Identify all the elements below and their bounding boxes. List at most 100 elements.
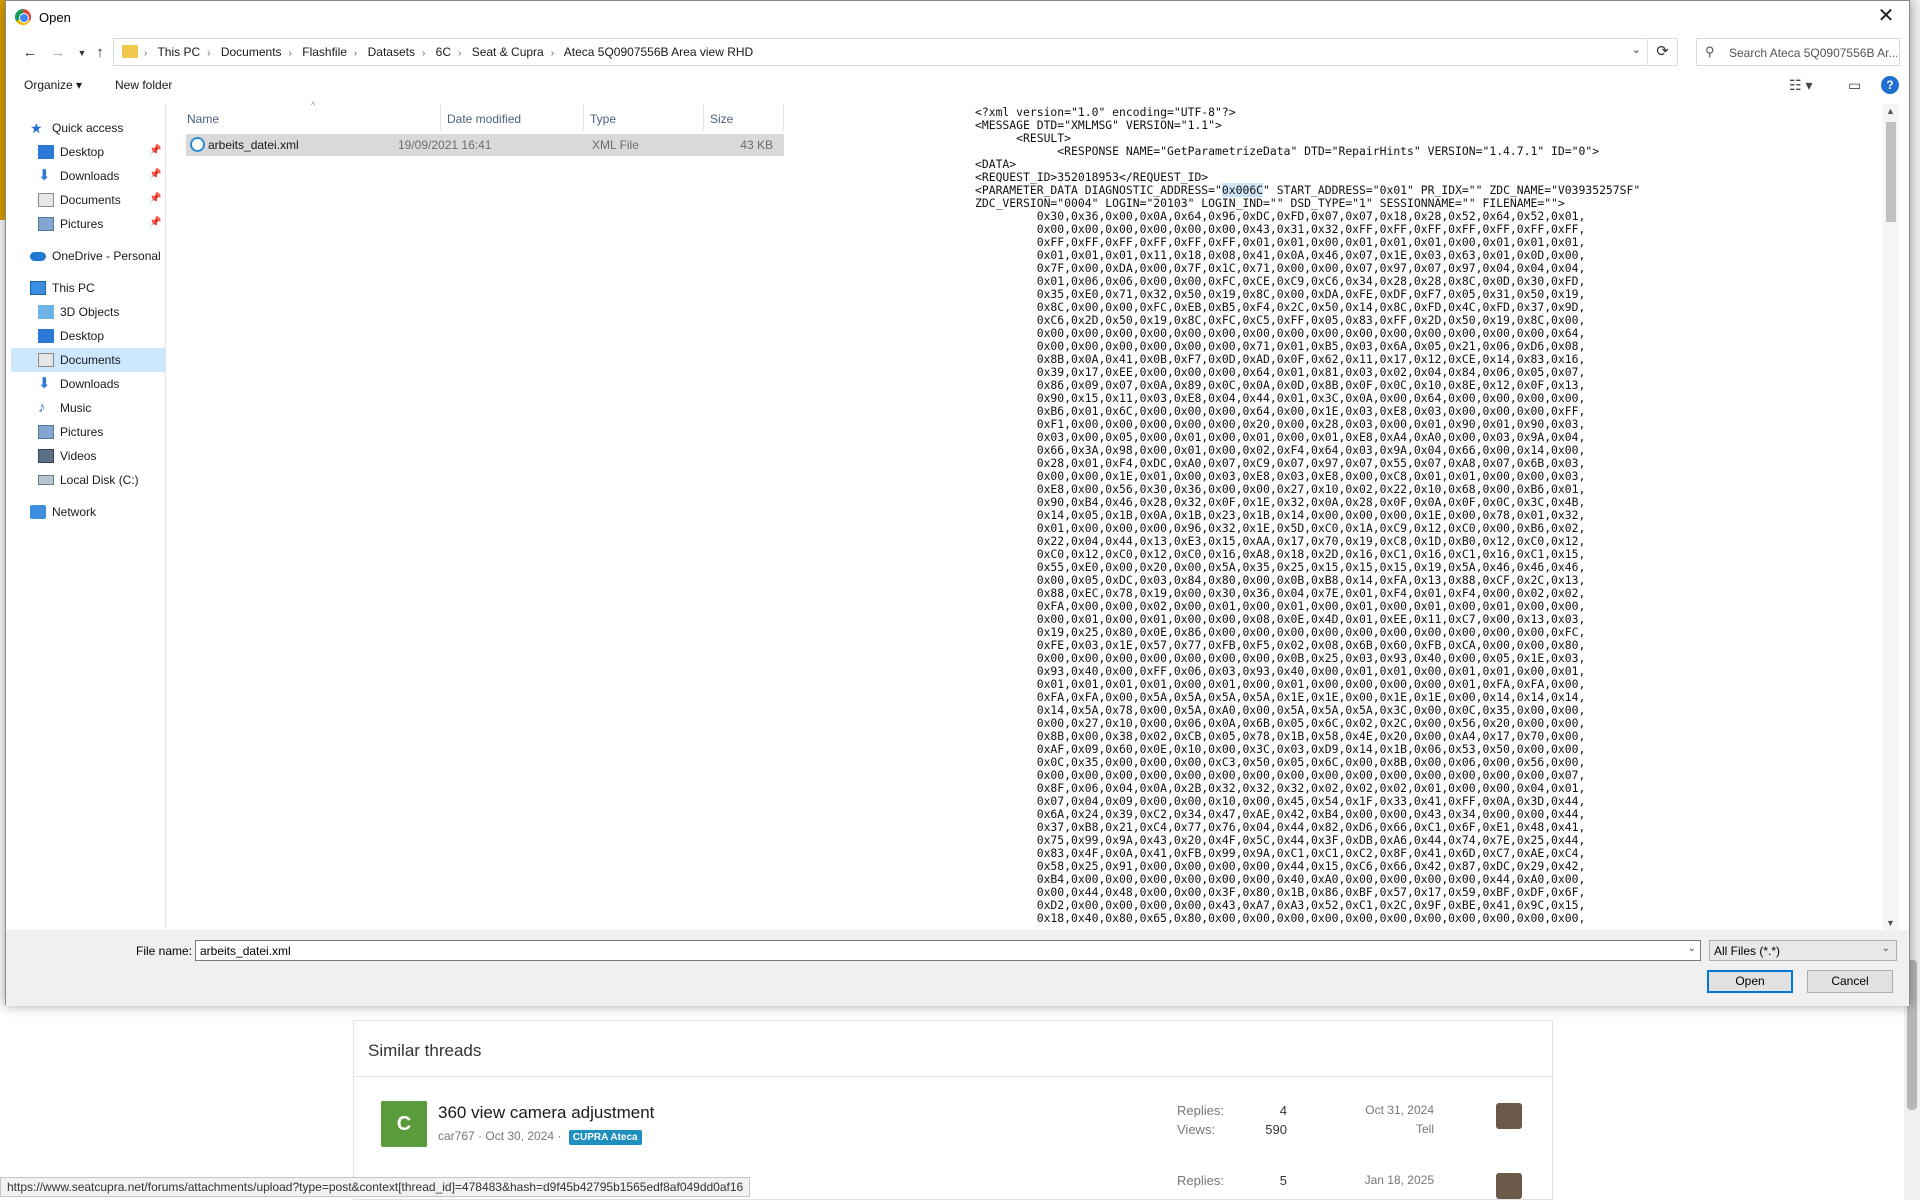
open-button[interactable]: Open xyxy=(1707,970,1793,993)
file-name-label: File name: xyxy=(136,944,193,958)
scroll-up-icon[interactable]: ▲ xyxy=(1886,106,1895,116)
up-arrow-icon[interactable]: ↑ xyxy=(90,43,110,63)
refresh-icon[interactable]: ⟳ xyxy=(1647,39,1677,65)
nav-label: Pictures xyxy=(60,217,104,231)
hex-line: 0x00,0x01,0x00,0x01,0x00,0x00,0x08,0x0E,… xyxy=(1036,612,1586,626)
nav-network[interactable]: Network xyxy=(30,500,96,524)
hex-line: 0x18,0x40,0x80,0x65,0x80,0x00,0x00,0x00,… xyxy=(975,911,1586,925)
status-url: https://www.seatcupra.net/forums/attachm… xyxy=(0,1177,751,1197)
user-avatar[interactable] xyxy=(1496,1103,1522,1129)
nav-music[interactable]: ♪ Music xyxy=(38,396,91,420)
preview-pane-icon[interactable]: ▭ xyxy=(1848,77,1861,94)
thread-tag[interactable]: CUPRA Ateca xyxy=(568,1130,642,1145)
hex-line: 0x0C,0x35,0x00,0x00,0x00,0xC3,0x50,0x05,… xyxy=(1036,755,1586,769)
hex-line: 0xFA,0xFA,0x00,0x5A,0x5A,0x5A,0x5A,0x1E,… xyxy=(1036,690,1586,704)
nav-this-pc[interactable]: This PC xyxy=(30,276,95,300)
nav-3d-objects[interactable]: 3D Objects xyxy=(38,300,119,324)
preview-scrollbar[interactable]: ▲ ▼ xyxy=(1883,104,1899,930)
nav-qa-documents[interactable]: Documents xyxy=(38,188,121,212)
forward-arrow-icon[interactable]: → xyxy=(48,43,68,63)
drive-icon xyxy=(38,475,54,485)
nav-label: Local Disk (C:) xyxy=(60,473,139,487)
hex-line: 0x35,0xE0,0x71,0x32,0x50,0x19,0x8C,0x00,… xyxy=(1036,287,1586,301)
breadcrumb-item[interactable]: This PC xyxy=(157,45,200,59)
hex-line: 0x8B,0x0A,0x41,0x0B,0xF7,0x0D,0xAD,0x0F,… xyxy=(1036,352,1586,366)
star-icon: ★ xyxy=(30,120,43,136)
help-icon[interactable]: ? xyxy=(1881,76,1899,94)
file-row[interactable]: arbeits_datei.xml 19/09/2021 16:41 XML F… xyxy=(186,134,784,156)
documents-icon xyxy=(38,193,54,207)
breadcrumb-item[interactable]: Ateca 5Q0907556B Area view RHD xyxy=(564,45,753,59)
nav-videos[interactable]: Videos xyxy=(38,444,96,468)
hex-line: 0x75,0x99,0x9A,0x43,0x20,0x4F,0x5C,0x44,… xyxy=(1036,833,1586,847)
last-post-user[interactable]: Tell xyxy=(1334,1120,1434,1139)
nav-pictures[interactable]: Pictures xyxy=(38,420,103,444)
hex-line: 0x90,0xB4,0x46,0x28,0x32,0x0F,0x1E,0x32,… xyxy=(1036,495,1586,509)
download-icon: ⬇ xyxy=(38,375,51,392)
nav-qa-downloads[interactable]: ⬇ Downloads xyxy=(38,164,119,188)
hex-line: 0xC6,0x2D,0x50,0x19,0x8C,0xFC,0xC5,0xFF,… xyxy=(1036,313,1586,327)
nav-qa-desktop[interactable]: Desktop xyxy=(38,140,104,164)
hex-line: 0x03,0x00,0x05,0x00,0x01,0x00,0x01,0x00,… xyxy=(1036,430,1586,444)
thread-item[interactable]: C 360 view camera adjustment car767 · Oc… xyxy=(354,1101,1554,1161)
preview-scrollbar-thumb[interactable] xyxy=(1886,122,1896,222)
breadcrumb-item[interactable]: Datasets xyxy=(368,45,415,59)
hex-line: 0x88,0xEC,0x78,0x19,0x00,0x30,0x36,0x04,… xyxy=(1036,586,1586,600)
address-dropdown-chevron-icon[interactable]: ⌄ xyxy=(1632,43,1641,56)
chevron-down-icon[interactable]: ⌄ xyxy=(1688,943,1696,954)
nav-qa-pictures[interactable]: Pictures xyxy=(38,212,103,236)
pin-icon[interactable]: 📌 xyxy=(149,145,161,156)
thread-last-post: Oct 31, 2024 Tell xyxy=(1334,1101,1434,1139)
pin-icon[interactable]: 📌 xyxy=(149,217,161,228)
pin-icon[interactable]: 📌 xyxy=(149,193,161,204)
breadcrumb: › This PC › Documents › Flashfile › Dataset… xyxy=(144,45,754,59)
breadcrumb-item[interactable]: 6C xyxy=(436,45,451,59)
nav-desktop[interactable]: Desktop xyxy=(38,324,104,348)
thread-title[interactable]: 360 view camera adjustment xyxy=(438,1103,654,1123)
hex-line: 0x14,0x05,0x1B,0x0A,0x1B,0x23,0x1B,0x14,… xyxy=(1036,508,1586,522)
hex-line: 0xC0,0x12,0xC0,0x12,0xC0,0x16,0xA8,0x18,… xyxy=(1036,547,1586,561)
nav-local-disk[interactable]: Local Disk (C:) xyxy=(38,468,139,492)
nav-label: Music xyxy=(60,401,92,415)
file-type-value: All Files (*.*) xyxy=(1714,944,1781,958)
column-header-date[interactable]: Date modified xyxy=(441,104,584,131)
search-box[interactable]: ⚲ Search Ateca 5Q0907556B Ar... xyxy=(1696,38,1900,66)
new-folder-button[interactable]: New folder xyxy=(115,78,172,92)
nav-documents[interactable]: Documents xyxy=(11,348,166,372)
hex-line: 0xD2,0x00,0x00,0x00,0x00,0x43,0xA7,0xA3,… xyxy=(1036,898,1586,912)
views-count: 590 xyxy=(1265,1122,1287,1137)
pictures-icon xyxy=(38,425,54,439)
chevron-down-icon[interactable]: ⌄ xyxy=(1882,943,1890,954)
hex-line: 0x8F,0x06,0x04,0x0A,0x2B,0x32,0x32,0x32,… xyxy=(1036,781,1586,795)
column-header-name[interactable]: Name xyxy=(181,104,441,131)
hex-line: 0x30,0x36,0x00,0x0A,0x64,0x96,0xDC,0xFD,… xyxy=(1036,209,1586,223)
back-arrow-icon[interactable]: ← xyxy=(20,43,40,63)
views-label: Views: xyxy=(1177,1122,1216,1137)
nav-onedrive[interactable]: OneDrive - Personal xyxy=(30,244,161,268)
nav-quick-access[interactable]: ★ Quick access xyxy=(30,116,123,140)
preview-line: ZDC_VERSION="0004" LOGIN="20103" LOGIN_I… xyxy=(975,196,1565,210)
scroll-down-icon[interactable]: ▼ xyxy=(1886,918,1895,928)
file-type-select[interactable]: All Files (*.*) ⌄ xyxy=(1709,940,1897,961)
pin-icon[interactable]: 📌 xyxy=(149,169,161,180)
replies-count: 4 xyxy=(1279,1103,1287,1118)
close-button[interactable]: ✕ xyxy=(1863,1,1909,34)
breadcrumb-item[interactable]: Seat & Cupra xyxy=(472,45,544,59)
recent-locations-chevron-icon[interactable]: ▼ xyxy=(72,43,92,63)
column-header-type[interactable]: Type xyxy=(584,104,704,131)
column-header-size[interactable]: Size xyxy=(704,104,784,131)
file-size: 43 KB xyxy=(740,138,773,152)
view-options-icon[interactable]: ☷ ▾ xyxy=(1789,77,1812,94)
address-bar[interactable]: › This PC › Documents › Flashfile › Dataset… xyxy=(113,38,1678,66)
search-icon: ⚲ xyxy=(1705,44,1715,59)
similar-threads-panel: Similar threads C 360 view camera adjust… xyxy=(353,1020,1553,1200)
file-name-input[interactable]: arbeits_datei.xml ⌄ xyxy=(195,940,1701,961)
nav-downloads[interactable]: ⬇ Downloads xyxy=(38,372,119,396)
breadcrumb-item[interactable]: Documents xyxy=(221,45,282,59)
hex-line: 0x00,0x00,0x00,0x00,0x00,0x00,0x00,0x0B,… xyxy=(1036,651,1586,665)
user-avatar[interactable] xyxy=(1496,1173,1522,1199)
folder-icon xyxy=(122,45,138,58)
organize-menu[interactable]: Organize ▾ xyxy=(24,78,82,92)
breadcrumb-item[interactable]: Flashfile xyxy=(302,45,347,59)
cancel-button[interactable]: Cancel xyxy=(1807,970,1893,993)
